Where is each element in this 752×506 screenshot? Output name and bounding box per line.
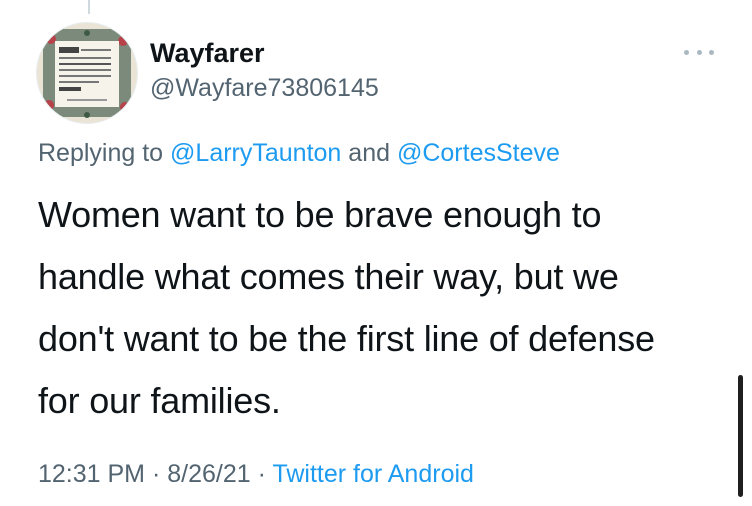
display-name[interactable]: Wayfarer bbox=[150, 36, 379, 70]
avatar[interactable] bbox=[36, 22, 138, 124]
tweet-text-line: don't want to be the first line of defen… bbox=[38, 318, 655, 359]
more-options-button[interactable] bbox=[684, 44, 714, 60]
scrollbar-thumb[interactable] bbox=[738, 375, 743, 497]
more-horizontal-icon bbox=[684, 49, 689, 55]
tweet-time[interactable]: 12:31 PM bbox=[38, 460, 145, 488]
tweet-metadata: 12:31 PM · 8/26/21 · Twitter for Android bbox=[38, 458, 474, 490]
more-horizontal-icon-dot bbox=[709, 49, 714, 55]
tweet-source-link[interactable]: Twitter for Android bbox=[272, 460, 473, 488]
tweet-date[interactable]: 8/26/21 bbox=[167, 460, 250, 488]
tweet-text-line: Women want to be brave enough to bbox=[38, 194, 602, 235]
more-horizontal-icon-dot bbox=[696, 49, 702, 55]
mention-link[interactable]: @LarryTaunton bbox=[170, 139, 341, 167]
thread-connector-line bbox=[88, 0, 90, 14]
mention-link[interactable]: @CortesSteve bbox=[397, 139, 560, 167]
meta-separator: · bbox=[257, 460, 266, 488]
framed-quote-avatar-icon bbox=[37, 23, 137, 123]
replying-to-line: Replying to @LarryTaunton and @CortesSte… bbox=[38, 137, 560, 169]
tweet-text-line: for our families. bbox=[38, 380, 281, 421]
replying-to-conjunction: and bbox=[348, 139, 391, 167]
tweet-text: Women want to be brave enough to handle … bbox=[38, 184, 718, 432]
meta-separator: · bbox=[151, 460, 161, 488]
user-handle[interactable]: @Wayfare73806145 bbox=[150, 72, 379, 104]
replying-to-label: Replying to bbox=[38, 139, 164, 167]
author-block[interactable]: Wayfarer @Wayfare73806145 bbox=[150, 36, 379, 104]
tweet-text-line: handle what comes their way, but we bbox=[38, 256, 619, 297]
